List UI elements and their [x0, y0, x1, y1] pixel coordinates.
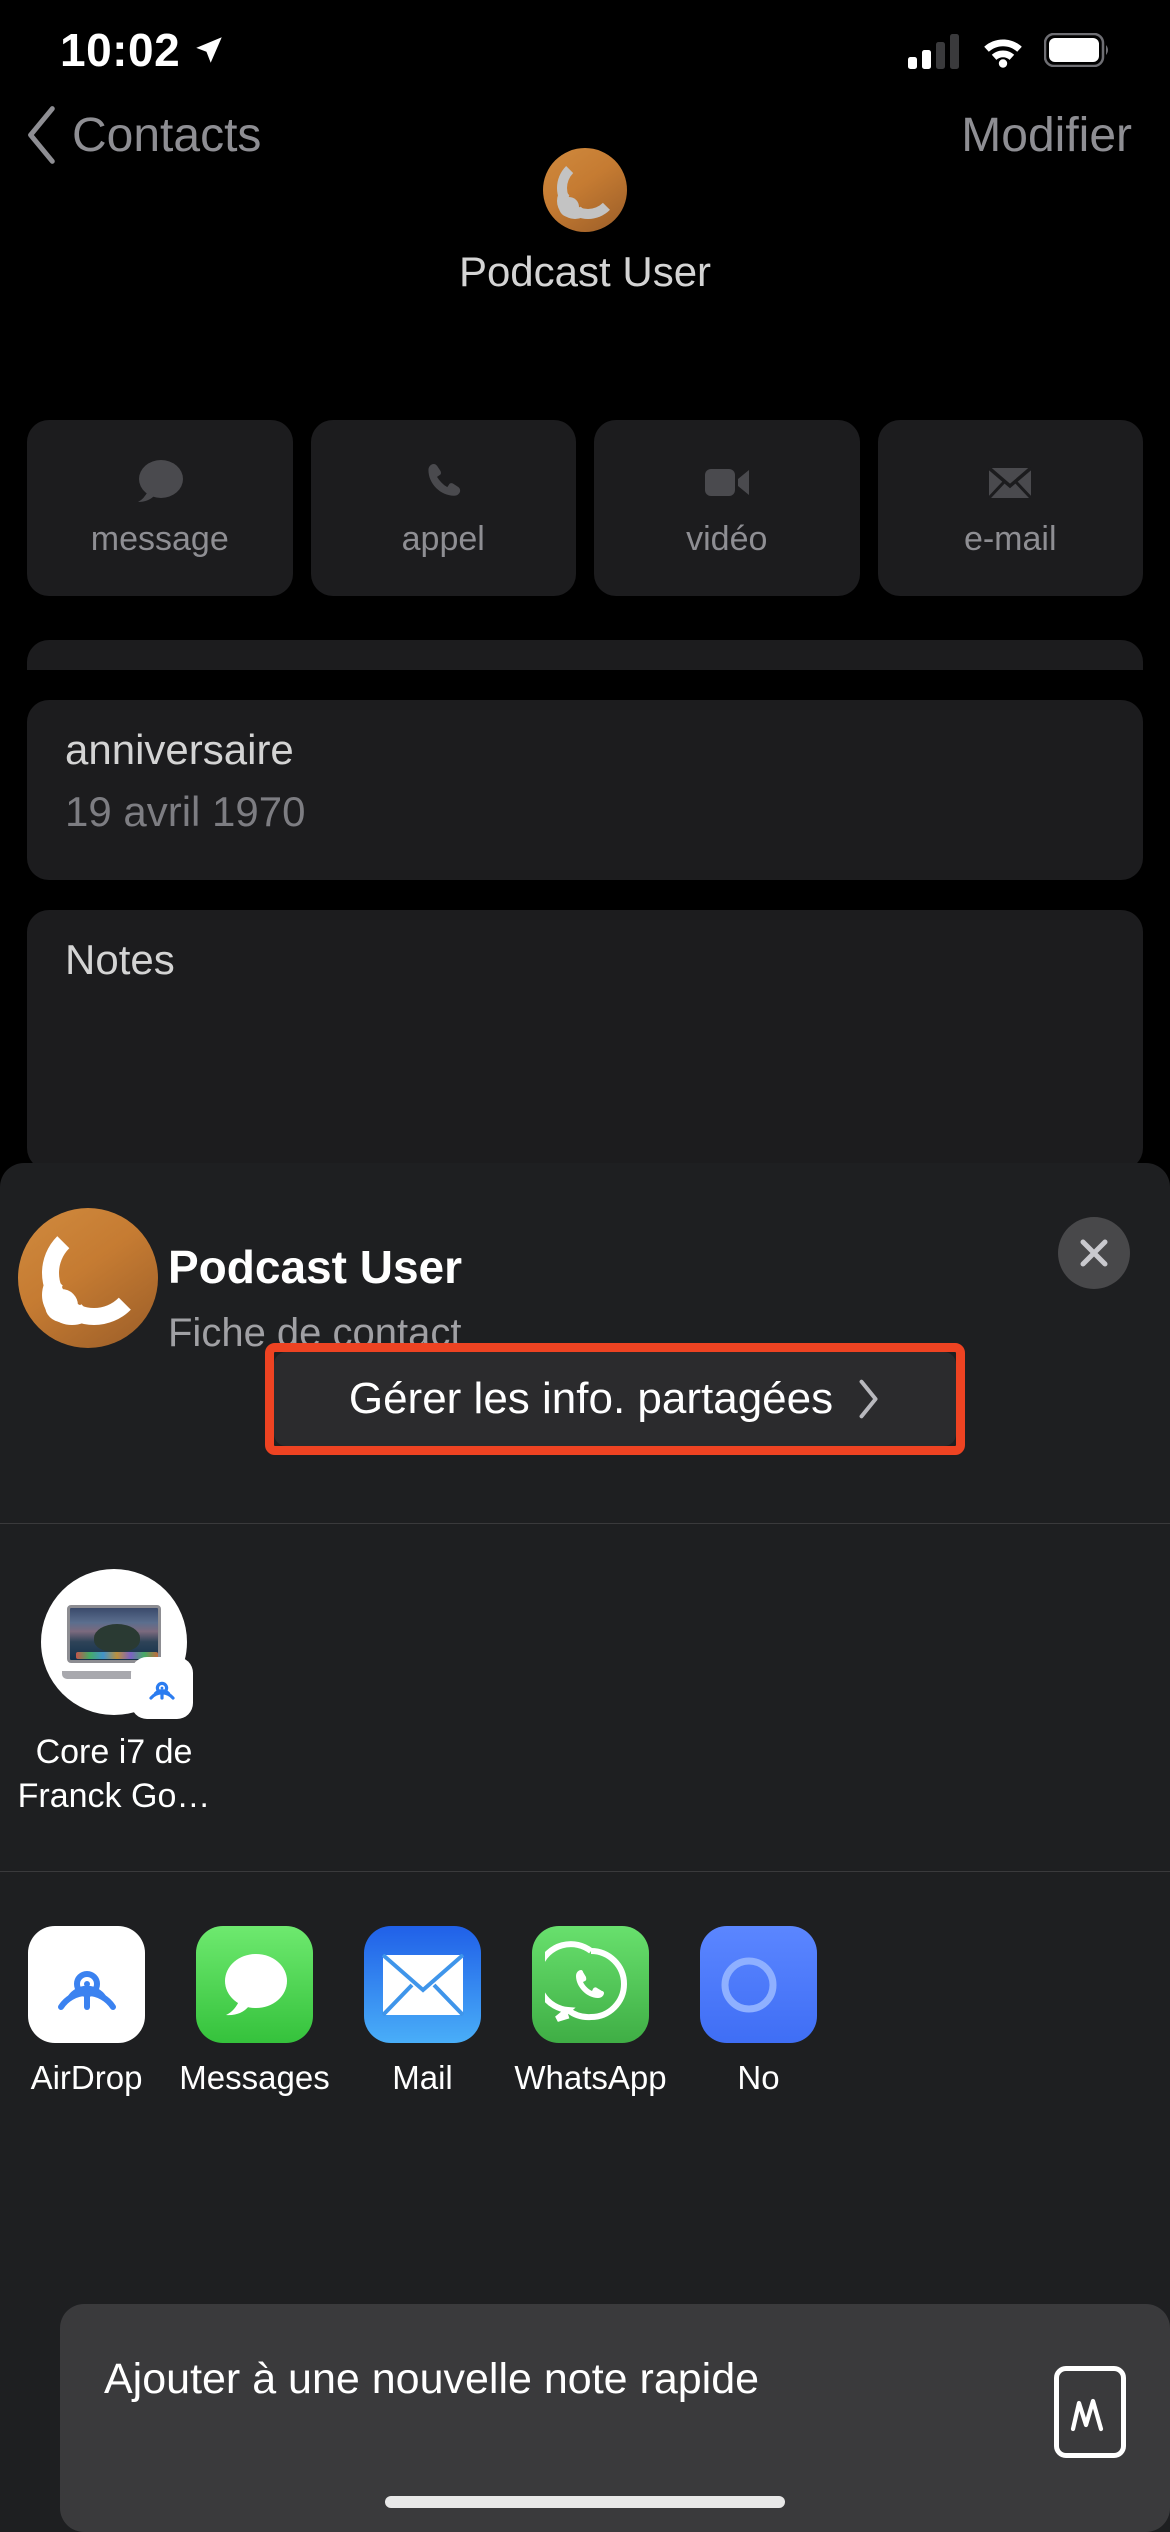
share-target-messages[interactable]: Messages	[179, 1926, 330, 2097]
contact-action-row: message appel vidéo e-mail	[27, 420, 1143, 596]
location-arrow-icon	[196, 37, 222, 63]
share-app-row: AirDrop Messages Mail WhatsApp No	[0, 1872, 1170, 2201]
share-sheet-header: Podcast User Fiche de contact Gérer les …	[0, 1163, 1170, 1523]
share-target-label: WhatsApp	[514, 2059, 667, 2096]
battery-icon	[1044, 33, 1108, 67]
airdrop-device-row: Core i7 de Franck Go…	[0, 1524, 1170, 1871]
share-target-label: No	[737, 2059, 780, 2096]
whatsapp-icon	[532, 1926, 649, 2043]
action-label: vidéo	[686, 519, 768, 558]
share-sheet: Podcast User Fiche de contact Gérer les …	[0, 1163, 1170, 2532]
phone-icon	[415, 458, 471, 506]
action-label: appel	[401, 519, 485, 558]
close-x-icon	[1080, 1239, 1108, 1267]
status-bar-left: 10:02	[60, 23, 226, 77]
manage-shared-info-highlight: Gérer les info. partagées	[265, 1343, 965, 1455]
field-label: Notes	[65, 936, 175, 983]
share-target-label: Mail	[392, 2059, 453, 2096]
share-sheet-title: Podcast User	[168, 1241, 463, 1293]
envelope-icon	[982, 458, 1038, 506]
share-sheet-avatar	[18, 1208, 158, 1348]
status-bar: 10:02	[0, 0, 1170, 100]
action-button-video[interactable]: vidéo	[594, 420, 860, 596]
add-to-quick-note-label: Ajouter à une nouvelle note rapide	[104, 2355, 760, 2403]
contact-name: Podcast User	[458, 248, 712, 295]
iphone-screen: 10:02 Contacts Modifier Podcast User mes…	[0, 0, 1170, 2532]
wifi-icon	[984, 39, 1022, 68]
quick-note-icon	[1054, 2366, 1126, 2458]
action-label: e-mail	[963, 519, 1057, 558]
share-target-label: AirDrop	[30, 2059, 143, 2096]
action-button-email[interactable]: e-mail	[877, 420, 1143, 596]
share-target-notes[interactable]: No	[700, 1926, 817, 2097]
home-indicator	[385, 2496, 785, 2508]
field-label: anniversaire	[65, 726, 294, 773]
close-button[interactable]	[1058, 1217, 1130, 1289]
action-button-message[interactable]: message	[27, 420, 293, 596]
airdrop-device-name: Core i7 de Franck Go…	[17, 1733, 211, 1815]
contact-field-birthday[interactable]: anniversaire 19 avril 1970	[27, 700, 1143, 880]
status-bar-right	[908, 31, 1110, 69]
message-bubble-icon	[132, 458, 188, 506]
airdrop-icon	[28, 1926, 145, 2043]
share-target-whatsapp[interactable]: WhatsApp	[514, 1926, 667, 2097]
status-bar-clock: 10:02	[60, 24, 181, 76]
field-value: 19 avril 1970	[65, 788, 306, 835]
airdrop-icon	[131, 1657, 193, 1719]
share-target-mail[interactable]: Mail	[364, 1926, 481, 2097]
manage-shared-info-button[interactable]: Gérer les info. partagées	[274, 1352, 956, 1446]
airdrop-device-item[interactable]: Core i7 de Franck Go…	[18, 1569, 210, 1818]
messages-icon	[196, 1926, 313, 2043]
share-app-strip: AirDrop Messages Mail WhatsApp No	[28, 1926, 817, 2097]
macbook-icon	[41, 1569, 193, 1719]
notes-icon	[700, 1926, 817, 2043]
action-label: message	[90, 519, 229, 558]
share-target-label: Messages	[179, 2059, 330, 2096]
action-button-appel[interactable]: appel	[310, 420, 576, 596]
video-camera-icon	[699, 458, 755, 506]
contact-header: Podcast User	[0, 148, 1170, 296]
mail-icon	[364, 1926, 481, 2043]
contact-card-partial[interactable]	[27, 640, 1143, 670]
contact-field-notes[interactable]: Notes	[27, 910, 1143, 1170]
share-target-airdrop[interactable]: AirDrop	[28, 1926, 145, 2097]
contact-avatar[interactable]	[543, 148, 627, 232]
manage-shared-info-label: Gérer les info. partagées	[348, 1374, 834, 1423]
cellular-bars-icon	[908, 34, 959, 69]
chevron-right-icon	[859, 1379, 878, 1419]
